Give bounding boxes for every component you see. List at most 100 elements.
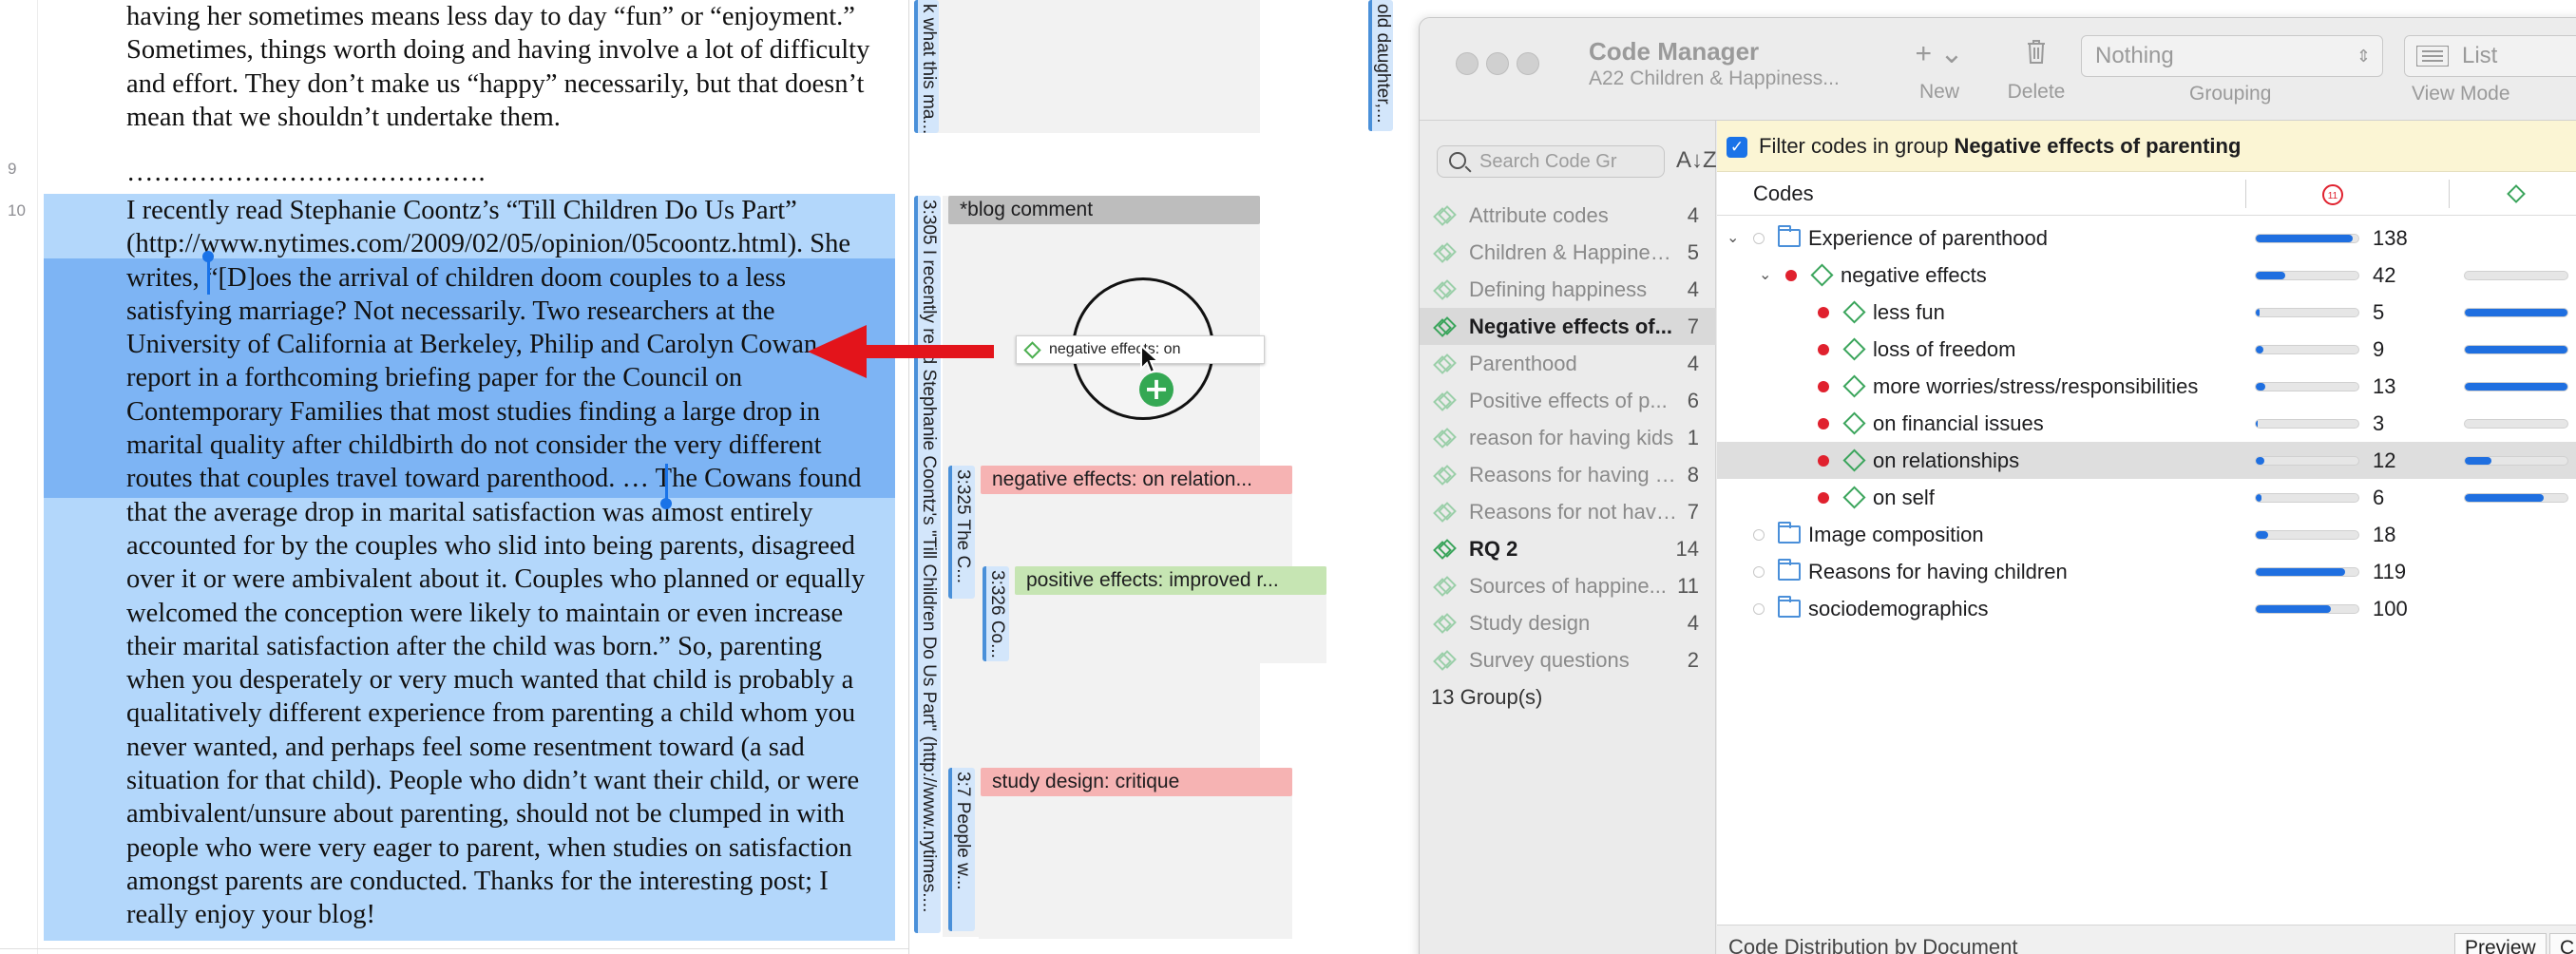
quotation-label: old daughter,... (1373, 4, 1393, 124)
code-row[interactable]: Image composition 18 (1717, 516, 2576, 553)
paragraph-previous[interactable]: having her sometimes means less day to d… (126, 0, 906, 134)
code-row[interactable]: on relationships121 (1717, 442, 2576, 479)
code-group-count: 4 (1687, 203, 1699, 227)
code-row[interactable]: sociodemographics 100 (1717, 590, 2576, 627)
plus-icon: + ⌄ (1915, 38, 1964, 69)
code-group-item[interactable]: Study design 4 (1420, 604, 1716, 641)
groundedness-bar (2255, 456, 2359, 466)
toolbar: Code Manager A22 Children & Happiness...… (1420, 18, 2576, 121)
view-mode-value: List (2462, 43, 2498, 68)
code-row[interactable]: ⌄negative effects420 (1717, 257, 2576, 294)
code-row[interactable]: ⌄ Experience of parenthood 138 (1717, 219, 2576, 257)
view-mode-select[interactable]: List ⇕ (2404, 35, 2576, 77)
code-row[interactable]: on financial issues30 (1717, 405, 2576, 442)
quotation-bar[interactable]: 3:325 The C... (948, 466, 975, 599)
folder-icon (1778, 559, 1801, 581)
document-pane[interactable]: 9 10 having her sometimes means less day… (0, 0, 908, 954)
code-tag-negative-effects[interactable]: negative effects: on relation... (981, 466, 1292, 494)
search-code-groups-input[interactable]: Search Code Gr (1437, 145, 1665, 178)
selection-end-handle[interactable] (660, 498, 672, 509)
code-group-item[interactable]: Sources of happine... 11 (1420, 567, 1716, 604)
code-row[interactable]: loss of freedom94 (1717, 331, 2576, 368)
sort-az-icon[interactable]: A↓Z (1676, 147, 1717, 174)
text-line: report in a forthcoming briefing paper f… (126, 363, 743, 393)
density-bar-fill (2465, 346, 2567, 353)
code-group-item[interactable]: reason for having kids 1 (1420, 419, 1716, 456)
minimize-window-button[interactable] (1486, 52, 1509, 75)
code-group-item[interactable]: Reasons for not havi... 7 (1420, 493, 1716, 530)
text-line: University of California at Berkeley, Ph… (126, 330, 818, 360)
code-name: on relationships (1873, 448, 2020, 472)
code-group-item[interactable]: Negative effects of... 7 (1420, 308, 1716, 345)
code-tag-study-design[interactable]: study design: critique (981, 768, 1292, 796)
grouping-value: Nothing (2095, 43, 2174, 68)
code-tag-blog-comment[interactable]: *blog comment (948, 196, 1260, 224)
quotation-bar[interactable]: 3:7 People w... (948, 768, 975, 931)
zoom-window-button[interactable] (1517, 52, 1539, 75)
chevron-down-icon[interactable]: ⌄ (1759, 257, 1774, 294)
divider (0, 948, 908, 949)
quotation-bar[interactable]: 3:305 I recently read Stephanie Coontz's… (914, 196, 941, 933)
preview-tab[interactable]: Preview (2454, 933, 2547, 954)
quotation-bar[interactable]: 3:326 Co... (983, 566, 1009, 661)
code-group-item[interactable]: Defining happiness 4 (1420, 271, 1716, 308)
diamond-code-icon (1023, 341, 1041, 359)
text-line: and effort. They don’t make us “happy” n… (126, 68, 865, 99)
code-row[interactable]: on self63 (1717, 479, 2576, 516)
chevron-down-icon[interactable]: ⌄ (1727, 219, 1742, 257)
list-icon (2416, 46, 2449, 67)
code-row[interactable]: Reasons for having children 119 (1717, 553, 2576, 590)
column-header-codes[interactable]: Codes (1753, 172, 1814, 216)
status-dot (1818, 381, 1829, 392)
status-dot (1753, 529, 1765, 541)
column-divider (2449, 180, 2450, 208)
selection-start-caret[interactable] (207, 257, 210, 295)
code-group-item[interactable]: Reasons for having c... 8 (1420, 456, 1716, 493)
delete-button[interactable]: Delete (1994, 37, 2079, 104)
text-line: mean that we shouldn’t undertake them. (126, 102, 561, 132)
new-button[interactable]: + ⌄ New (1906, 37, 1973, 104)
code-group-item[interactable]: Parenthood 4 (1420, 345, 1716, 382)
code-name: on financial issues (1873, 411, 2044, 435)
close-window-button[interactable] (1456, 52, 1479, 75)
paragraph-selected[interactable]: I recently read Stephanie Coontz’s “Till… (126, 194, 906, 932)
code-row[interactable]: more worries/stress/responsibilities134 (1717, 368, 2576, 405)
code-manager-window[interactable]: Code Manager A22 Children & Happiness...… (1419, 17, 2576, 954)
code-group-icon (1433, 391, 1457, 411)
groundedness-bar-fill (2256, 605, 2331, 613)
groundedness-count: 18 (2373, 523, 2396, 546)
density-bar (2464, 382, 2568, 391)
folder-icon (1778, 225, 1801, 247)
code-tag-positive-effects[interactable]: positive effects: improved r... (1015, 566, 1326, 595)
groundedness-bar (2255, 271, 2359, 280)
code-group-name: RQ 2 (1469, 537, 1518, 561)
diamond-code-icon (1810, 263, 1834, 287)
filter-checkbox[interactable]: ✓ (1727, 137, 1747, 158)
text-line: ambivalent/unsure about parenting, shoul… (126, 799, 845, 830)
code-group-count: 5 (1687, 240, 1699, 264)
text-line: routes that couples travel toward parent… (126, 464, 862, 494)
code-group-item[interactable]: Positive effects of p... 6 (1420, 382, 1716, 419)
status-dot (1818, 492, 1829, 504)
grouping-caption: Grouping (2189, 83, 2272, 105)
groundedness-icon[interactable]: 11 (2321, 183, 2344, 206)
quotation-bar[interactable]: old daughter,... (1368, 0, 1393, 131)
selection-start-handle[interactable] (202, 251, 214, 262)
code-row[interactable]: less fun54 (1717, 294, 2576, 331)
selection-end-caret[interactable] (665, 464, 668, 502)
density-icon[interactable] (2506, 183, 2527, 204)
code-group-item[interactable]: Children & Happines... 5 (1420, 234, 1716, 271)
code-group-icon (1433, 205, 1457, 226)
window-title: Code Manager (1589, 37, 1760, 66)
quotation-bar[interactable]: k what this ma... (914, 0, 939, 133)
code-group-icon (1433, 465, 1457, 486)
grouping-select[interactable]: Nothing ⇕ (2081, 35, 2383, 77)
groundedness-count: 100 (2373, 597, 2408, 620)
code-group-item[interactable]: Survey questions 2 (1420, 641, 1716, 678)
code-group-item[interactable]: Attribute codes 4 (1420, 197, 1716, 234)
groundedness-bar-fill (2256, 568, 2345, 576)
code-group-item[interactable]: RQ 2 14 (1420, 530, 1716, 567)
text-line: accounted for by the couples who slid in… (126, 530, 855, 561)
extra-tab[interactable]: C (2549, 933, 2576, 954)
delete-button-label: Delete (2007, 81, 2066, 103)
